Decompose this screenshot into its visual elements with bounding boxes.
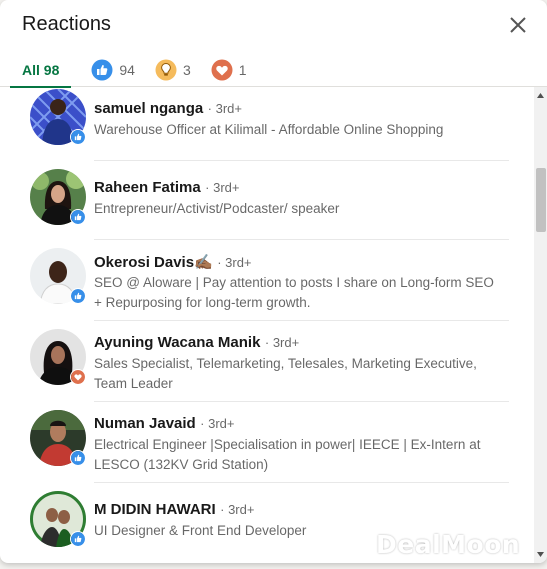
tab-like[interactable]: 94 xyxy=(91,52,135,87)
tab-love[interactable]: 1 xyxy=(211,52,247,87)
avatar[interactable] xyxy=(30,248,86,305)
watermark: DealMoon xyxy=(376,530,521,559)
person-headline: Entrepreneur/Activist/Podcaster/ speaker xyxy=(94,201,340,216)
tab-insightful-count: 3 xyxy=(182,61,191,78)
person-name[interactable]: Raheen Fatima xyxy=(94,179,201,196)
connection-degree: · 3rd+ xyxy=(205,180,240,195)
connection-degree: · 3rd+ xyxy=(220,502,255,517)
list-item[interactable]: samuel nganga · 3rd+ Warehouse Officer a… xyxy=(0,87,534,161)
person-name[interactable]: Numan Javaid xyxy=(94,415,196,432)
reactions-modal: Reactions All 98 94 3 1 samuel nganga · … xyxy=(0,0,547,563)
tab-love-count: 1 xyxy=(238,61,247,78)
love-icon xyxy=(211,59,233,80)
person-name[interactable]: Ayuning Wacana Manik xyxy=(94,334,260,351)
like-icon xyxy=(70,288,86,304)
list-item[interactable]: Numan Javaid · 3rd+ Electrical Engineer … xyxy=(0,402,534,483)
scroll-up-arrow-icon[interactable] xyxy=(536,92,545,100)
like-icon xyxy=(70,531,86,547)
list-item[interactable]: Raheen Fatima · 3rd+ Entrepreneur/Activi… xyxy=(0,161,534,240)
name-line: Raheen Fatima · 3rd+ xyxy=(94,179,239,197)
person-headline: Sales Specialist, Telemarketing, Telesal… xyxy=(94,356,477,391)
tab-all[interactable]: All 98 xyxy=(10,52,72,88)
name-line: M DIDIN HAWARI · 3rd+ xyxy=(94,501,254,519)
person-headline: SEO @ Aloware | Pay attention to posts I… xyxy=(94,275,494,310)
love-icon xyxy=(70,369,86,385)
person-headline: Electrical Engineer |Specialisation in p… xyxy=(94,437,481,472)
scrollbar-track[interactable] xyxy=(534,87,547,563)
like-icon xyxy=(91,59,113,80)
list-item[interactable]: Ayuning Wacana Manik · 3rd+ Sales Specia… xyxy=(0,321,534,402)
tab-like-count: 94 xyxy=(119,61,135,78)
tab-insightful[interactable]: 3 xyxy=(155,52,191,87)
reaction-tabs: All 98 94 3 1 xyxy=(10,52,267,88)
name-line: Ayuning Wacana Manik · 3rd+ xyxy=(94,334,299,352)
person-name[interactable]: samuel nganga xyxy=(94,100,203,117)
reactor-list: samuel nganga · 3rd+ Warehouse Officer a… xyxy=(0,87,534,563)
person-headline: Warehouse Officer at Kilimall - Affordab… xyxy=(94,122,444,137)
avatar[interactable] xyxy=(30,169,86,225)
connection-degree: · 3rd+ xyxy=(217,255,252,270)
connection-degree: · 3rd+ xyxy=(264,335,300,350)
scrollbar-thumb[interactable] xyxy=(536,168,546,232)
name-line: Okerosi Davis✍🏾 · 3rd+ xyxy=(94,253,252,272)
insightful-icon xyxy=(155,59,177,80)
tab-all-label: All 98 xyxy=(22,61,60,78)
connection-degree: · 3rd+ xyxy=(207,101,242,116)
avatar[interactable] xyxy=(30,410,86,466)
connection-degree: · 3rd+ xyxy=(200,416,235,431)
like-icon xyxy=(70,209,86,225)
avatar[interactable] xyxy=(30,329,86,385)
writing-hand-emoji: ✍🏾 xyxy=(194,254,213,271)
close-icon[interactable] xyxy=(503,10,533,40)
like-icon xyxy=(70,450,86,466)
name-line: samuel nganga · 3rd+ xyxy=(94,100,242,118)
scroll-down-arrow-icon[interactable] xyxy=(536,550,545,558)
avatar[interactable] xyxy=(29,490,87,548)
modal-header: Reactions All 98 94 3 1 xyxy=(0,0,547,88)
list-item[interactable]: Okerosi Davis✍🏾 · 3rd+ SEO @ Aloware | P… xyxy=(0,240,534,321)
like-icon xyxy=(70,129,86,145)
name-line: Numan Javaid · 3rd+ xyxy=(94,415,235,433)
avatar[interactable] xyxy=(29,88,87,146)
person-name[interactable]: M DIDIN HAWARI xyxy=(94,501,216,518)
person-name[interactable]: Okerosi Davis xyxy=(94,254,194,271)
modal-title: Reactions xyxy=(22,13,111,35)
